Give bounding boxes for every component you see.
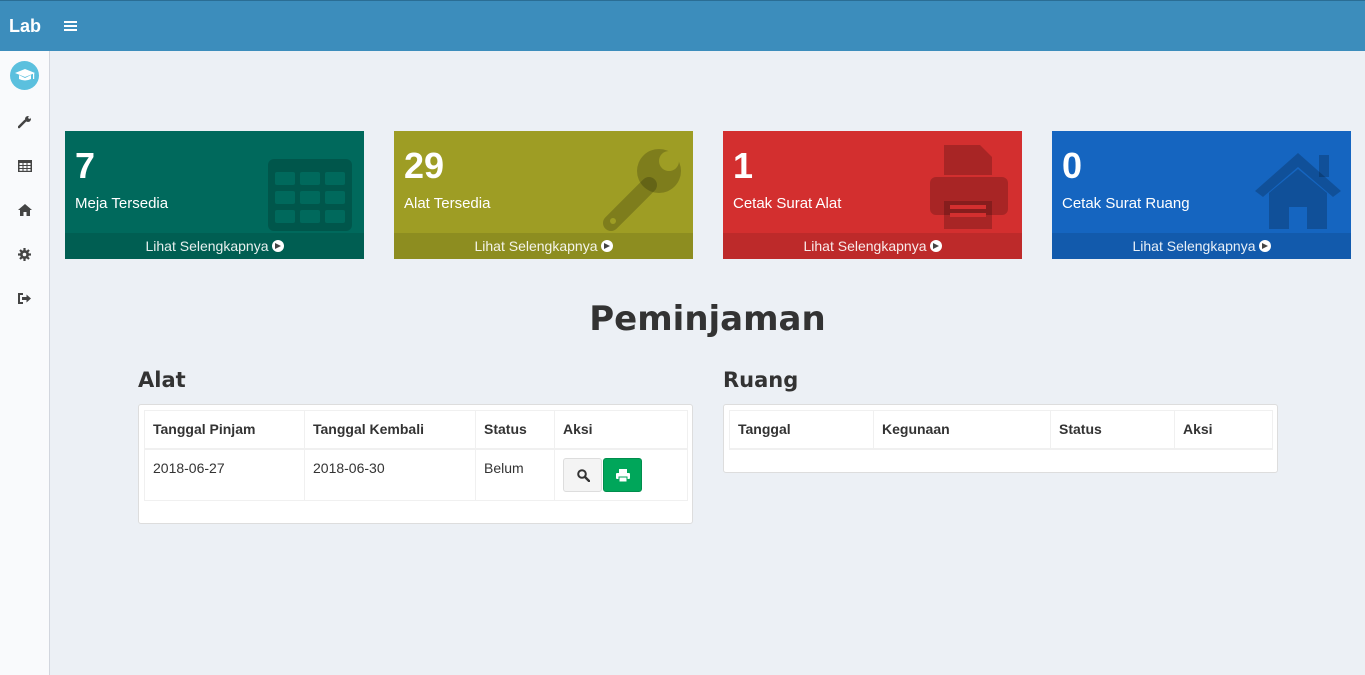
ruang-table: Tanggal Kegunaan Status Aksi: [729, 410, 1273, 450]
sidebar-item-settings[interactable]: [0, 236, 49, 272]
menu-toggle-icon[interactable]: [64, 20, 78, 32]
cell-status: Belum: [475, 448, 555, 501]
column-header: Aksi: [554, 410, 688, 450]
sign-out-icon: [17, 292, 31, 304]
cell-aksi: [554, 448, 688, 501]
card-more-link[interactable]: Lihat Selengkapnya: [723, 233, 1022, 259]
search-icon: [577, 468, 590, 482]
sidebar-item-logout[interactable]: [0, 280, 49, 316]
alat-panel: Tanggal Pinjam Tanggal Kembali Status Ak…: [138, 404, 693, 524]
stat-value: 29: [404, 145, 445, 186]
stat-value: 7: [75, 145, 96, 186]
arrow-circle-right-icon: [600, 240, 613, 252]
stat-value: 1: [733, 145, 754, 186]
card-more-link[interactable]: Lihat Selengkapnya: [1052, 233, 1351, 259]
print-icon: [616, 468, 630, 482]
stat-label: Alat Tersedia: [404, 195, 491, 212]
column-header: Tanggal Pinjam: [144, 410, 305, 450]
alat-heading: Alat: [138, 368, 186, 392]
sidebar: [0, 51, 50, 675]
view-button[interactable]: [563, 457, 602, 492]
table-icon: [17, 160, 32, 172]
graduation-cap-icon[interactable]: [10, 61, 39, 90]
page-title: Peminjaman: [589, 299, 826, 339]
print-button[interactable]: [603, 457, 642, 492]
card-more-link[interactable]: Lihat Selengkapnya: [65, 233, 364, 259]
ruang-heading: Ruang: [723, 368, 799, 392]
home-icon: [1255, 153, 1341, 229]
stat-card-alat: 29 Alat Tersedia Lihat Selengkapnya: [394, 131, 693, 259]
ruang-panel: Tanggal Kegunaan Status Aksi: [723, 404, 1278, 473]
sidebar-item-alat[interactable]: [0, 104, 49, 140]
table-row: 2018-06-27 2018-06-30 Belum: [144, 448, 688, 501]
wrench-icon: [603, 149, 681, 231]
arrow-circle-right-icon: [1258, 240, 1271, 252]
sidebar-item-meja[interactable]: [0, 148, 49, 184]
column-header: Tanggal Kembali: [304, 410, 476, 450]
column-header: Kegunaan: [873, 410, 1051, 450]
sidebar-item-ruang[interactable]: [0, 192, 49, 228]
stat-value: 0: [1062, 145, 1083, 186]
card-more-link[interactable]: Lihat Selengkapnya: [394, 233, 693, 259]
gear-icon: [18, 247, 31, 261]
stat-label: Cetak Surat Ruang: [1062, 195, 1190, 212]
column-header: Status: [475, 410, 555, 450]
stat-label: Meja Tersedia: [75, 195, 169, 212]
brand-logo[interactable]: Lab: [9, 16, 41, 37]
wrench-icon: [17, 116, 31, 129]
cell-tanggal-kembali: 2018-06-30: [304, 448, 476, 501]
column-header: Status: [1050, 410, 1175, 450]
stat-card-surat-alat: 1 Cetak Surat Alat Lihat Selengkapnya: [723, 131, 1022, 259]
arrow-circle-right-icon: [929, 240, 942, 252]
stat-label: Cetak Surat Alat: [733, 195, 842, 212]
alat-table: Tanggal Pinjam Tanggal Kembali Status Ak…: [144, 410, 688, 501]
print-icon: [930, 145, 1008, 229]
cell-tanggal-pinjam: 2018-06-27: [144, 448, 305, 501]
arrow-circle-right-icon: [271, 240, 284, 252]
column-header: Aksi: [1174, 410, 1273, 450]
stat-card-meja: 7 Meja Tersedia Lihat Selengkapnya: [65, 131, 364, 259]
table-icon: [268, 159, 352, 231]
column-header: Tanggal: [729, 410, 874, 450]
stat-card-surat-ruang: 0 Cetak Surat Ruang Lihat Selengkapnya: [1052, 131, 1351, 259]
home-icon: [17, 204, 32, 216]
top-navbar: Lab: [0, 0, 1365, 51]
